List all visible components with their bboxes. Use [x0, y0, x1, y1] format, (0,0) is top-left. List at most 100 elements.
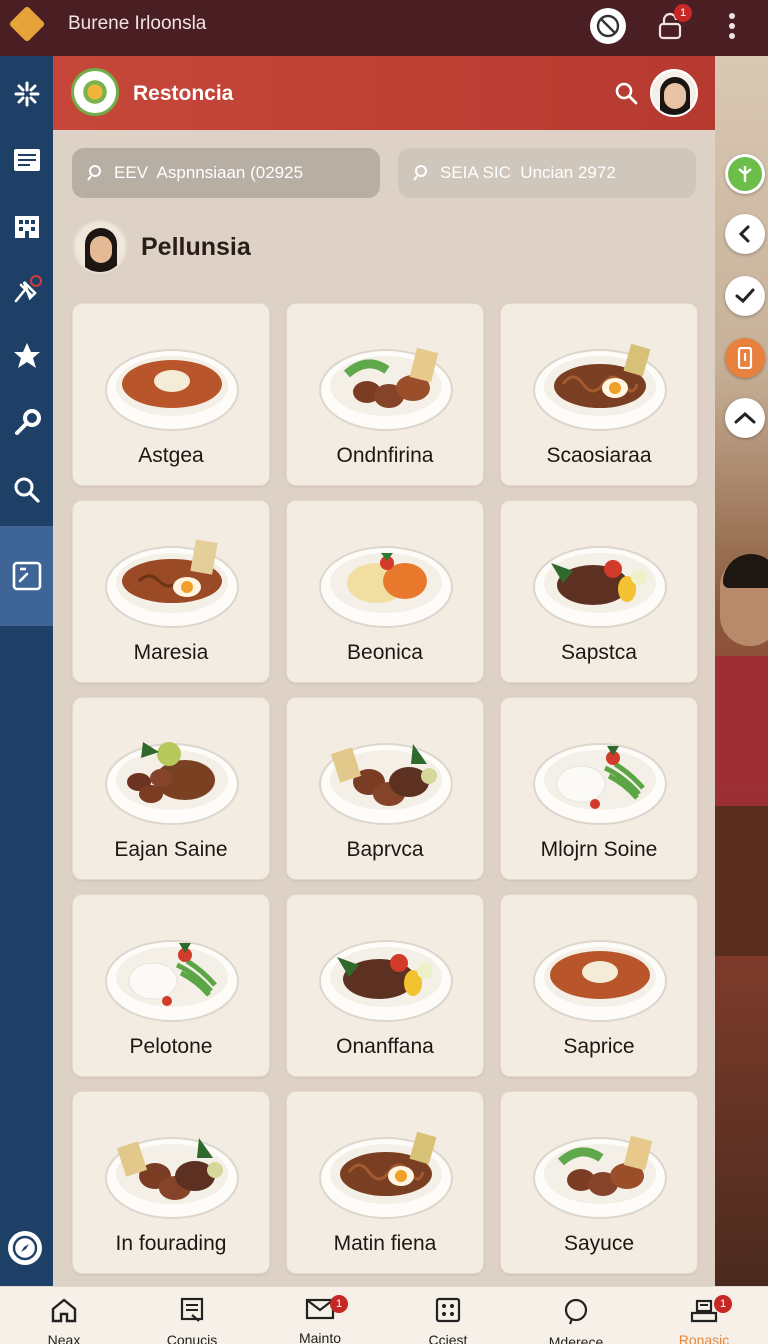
rail-item-pin[interactable]	[0, 260, 53, 320]
chat-icon	[562, 1297, 590, 1330]
dish-card[interactable]: Mlojrn Soine	[500, 697, 698, 880]
home-icon	[50, 1297, 78, 1328]
search-icon	[412, 164, 430, 182]
confirm-button[interactable]	[725, 276, 765, 316]
nav-item-2[interactable]: 1 Mainto	[256, 1287, 384, 1344]
dish-image	[531, 917, 669, 1027]
chevron-up-icon	[734, 411, 756, 424]
dish-name: Maresia	[133, 641, 209, 664]
search-input-primary[interactable]	[114, 163, 354, 183]
dish-card[interactable]: Ondnfirina	[286, 303, 484, 486]
rail-item-tools[interactable]	[0, 392, 53, 452]
search-field-secondary[interactable]	[398, 148, 696, 198]
dish-image	[103, 1114, 241, 1224]
star-icon	[13, 343, 40, 368]
phone-button[interactable]	[725, 338, 765, 378]
chevron-left-icon	[738, 225, 750, 243]
dish-name: Mlojrn Soine	[540, 838, 658, 861]
nav-badge: 1	[330, 1295, 348, 1313]
dish-image	[317, 523, 455, 633]
nav-item-4[interactable]: Mderece	[512, 1287, 640, 1344]
dish-card[interactable]: Pelotone	[72, 894, 270, 1077]
panel-header: Restoncia	[53, 56, 715, 130]
asterisk-icon	[14, 81, 39, 107]
wrench-icon	[14, 409, 41, 435]
dish-name: Pelotone	[129, 1035, 213, 1058]
panel-search-button[interactable]	[611, 78, 641, 108]
back-button[interactable]	[725, 214, 765, 254]
dish-name: Eajan Saine	[114, 838, 228, 861]
rail-item-apps[interactable]	[0, 64, 53, 124]
rail-item-search[interactable]	[0, 460, 53, 520]
app-title: Burene Irloonsla	[68, 13, 207, 34]
dish-name: Baprvca	[346, 838, 424, 861]
rail-compass-button[interactable]	[8, 1231, 42, 1265]
dish-card[interactable]: Onanffana	[286, 894, 484, 1077]
dish-image	[531, 326, 669, 436]
dish-name: Beonica	[347, 641, 423, 664]
rail-item-news[interactable]	[0, 130, 53, 190]
dish-image	[531, 1114, 669, 1224]
document-icon	[179, 1297, 205, 1328]
restaurant-panel: Restoncia Pellunsia Astgea Ondnfirina Scao…	[53, 56, 715, 1286]
building-icon	[14, 216, 39, 238]
nav-badge: 1	[714, 1295, 732, 1313]
dish-card[interactable]: Beonica	[286, 500, 484, 683]
block-icon	[590, 8, 626, 44]
dish-card[interactable]: Sapstca	[500, 500, 698, 683]
nav-item-1[interactable]: Conucis	[128, 1287, 256, 1344]
profile-avatar[interactable]	[650, 69, 698, 117]
dish-name: Matin fiena	[333, 1232, 437, 1255]
more-options-button[interactable]	[712, 6, 752, 46]
dish-card[interactable]: Sayuce	[500, 1091, 698, 1274]
app-logo-icon	[8, 5, 46, 43]
dish-image	[531, 523, 669, 633]
nav-item-5[interactable]: 1 Ronasic	[640, 1287, 768, 1344]
side-rail	[0, 56, 53, 1286]
dish-name: Sayuce	[563, 1232, 635, 1255]
dish-card[interactable]: Maresia	[72, 500, 270, 683]
phone-icon	[737, 347, 753, 369]
dish-image	[317, 1114, 455, 1224]
dish-name: Sapstca	[561, 641, 637, 664]
dish-card[interactable]: Saprice	[500, 894, 698, 1077]
nav-label: Conucis	[166, 1332, 218, 1344]
grid-icon	[435, 1297, 461, 1328]
nav-label: Mderece	[548, 1334, 604, 1344]
rail-item-dashboard[interactable]	[0, 526, 53, 626]
dish-grid: Astgea Ondnfirina Scaosiaraa Maresia Beonica…	[72, 303, 698, 1274]
gauge-icon	[12, 561, 41, 591]
lock-badge: 1	[674, 4, 692, 22]
search-icon	[615, 82, 638, 105]
nav-item-0[interactable]: Neax	[0, 1287, 128, 1344]
dish-card[interactable]: Eajan Saine	[72, 697, 270, 880]
dish-card[interactable]: Baprvca	[286, 697, 484, 880]
lock-button[interactable]: 1	[650, 4, 692, 46]
user-name: Pellunsia	[141, 232, 251, 261]
rail-item-buildings[interactable]	[0, 196, 53, 256]
plant-icon	[728, 157, 762, 191]
search-input-secondary[interactable]	[440, 163, 680, 183]
dish-card[interactable]: Scaosiaraa	[500, 303, 698, 486]
dish-image	[103, 523, 241, 633]
block-button[interactable]	[588, 6, 628, 46]
restaurant-logo-icon	[71, 68, 119, 116]
dish-image	[317, 326, 455, 436]
dish-card[interactable]: Matin fiena	[286, 1091, 484, 1274]
dish-image	[103, 917, 241, 1027]
rail-item-favorites[interactable]	[0, 326, 53, 386]
newspaper-icon	[13, 149, 40, 171]
search-field-primary[interactable]	[72, 148, 380, 198]
dish-image	[317, 917, 455, 1027]
dish-name: Onanffana	[336, 1035, 434, 1058]
nav-label: Mainto	[298, 1330, 342, 1344]
add-side-button[interactable]	[725, 154, 765, 194]
nav-item-3[interactable]: Cciest	[384, 1287, 512, 1344]
search-icon	[86, 164, 104, 182]
dish-card[interactable]: In fourading	[72, 1091, 270, 1274]
collapse-button[interactable]	[725, 398, 765, 438]
pin-icon	[14, 275, 42, 303]
top-app-bar: Burene Irloonsla 1	[0, 0, 768, 56]
dish-card[interactable]: Astgea	[72, 303, 270, 486]
user-avatar[interactable]	[73, 220, 127, 274]
